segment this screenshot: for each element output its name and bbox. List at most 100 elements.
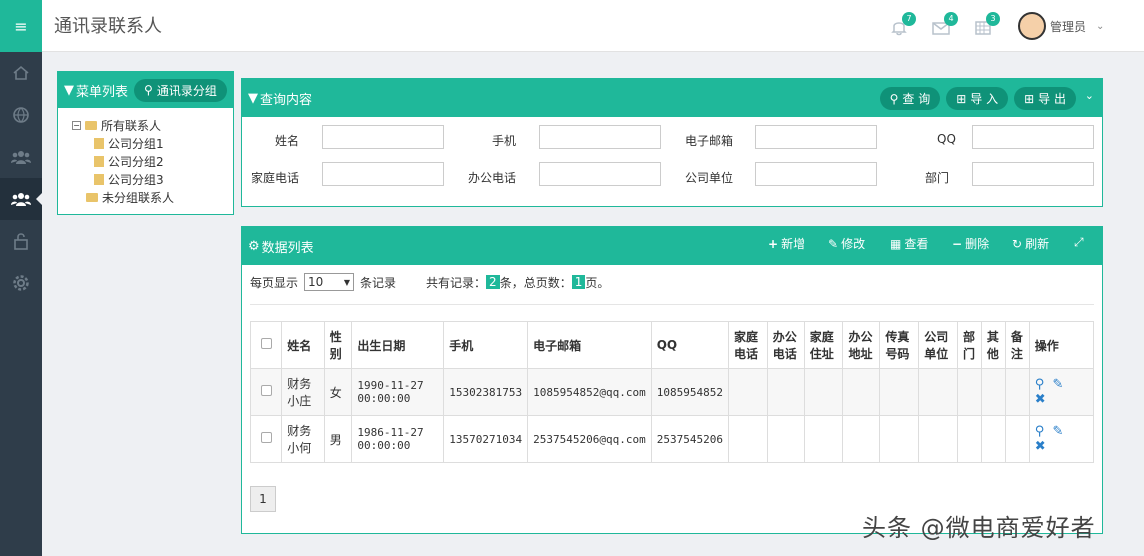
col-header[interactable]: 性别 (323, 321, 353, 369)
search-icon[interactable]: ⚲ (1035, 424, 1045, 439)
cell-empty (918, 415, 958, 463)
col-header[interactable]: 部门 (956, 321, 982, 369)
col-header[interactable]: 公司单位 (918, 321, 958, 369)
chevron-down-icon: ⌄ (1096, 20, 1105, 32)
add-button[interactable]: + 新增 (768, 235, 805, 252)
contacts-icon[interactable] (0, 178, 42, 220)
tree-ungrouped[interactable]: 未分组联系人 (72, 188, 233, 206)
field-label-company: 公司单位 (685, 171, 734, 185)
contacts-table: 姓名 性别 出生日期 手机 电子邮箱 QQ 家庭电话 办公电话 家庭住址 办公地… (249, 321, 1095, 463)
collapse-icon[interactable]: − (72, 120, 81, 130)
caret-down-icon: ▼ (343, 277, 351, 287)
pencil-icon[interactable]: ✎ (1053, 424, 1064, 439)
export-button[interactable]: ⊞ 导 出 (1014, 87, 1076, 110)
cell-email: 1085954852@qq.com (527, 368, 652, 416)
mobile-input[interactable] (539, 125, 661, 149)
refresh-icon: ↻ (1012, 236, 1023, 251)
select-all-checkbox[interactable] (260, 338, 272, 349)
cell-empty (766, 368, 805, 416)
tree-item[interactable]: 公司分组2 (72, 152, 233, 170)
user-menu[interactable]: 管理员 ⌄ (1018, 12, 1104, 40)
delete-button-label: 删除 (965, 237, 990, 251)
tree-item-label: 公司分组1 (108, 136, 164, 151)
col-header[interactable]: 办公电话 (766, 321, 805, 369)
tree-ungrouped-label: 未分组联系人 (102, 190, 175, 205)
col-header[interactable]: 出生日期 (351, 321, 445, 369)
department-input[interactable] (972, 162, 1094, 186)
cogs-icon: ⚙ (248, 238, 260, 254)
close-icon[interactable]: ✖ (1035, 392, 1046, 407)
col-header[interactable]: 家庭住址 (803, 321, 844, 369)
menu-toggle-icon[interactable]: ≡ (0, 0, 42, 52)
home-icon[interactable] (0, 52, 42, 94)
col-header[interactable]: 传真号码 (879, 321, 920, 369)
col-header[interactable]: 家庭电话 (727, 321, 768, 369)
fullscreen-icon[interactable]: ⤢ (1074, 235, 1084, 250)
cell-empty (956, 368, 982, 416)
row-checkbox[interactable] (260, 385, 272, 396)
edit-button[interactable]: ✎ 修改 (828, 235, 865, 252)
view-button[interactable]: ▦ 查看 (890, 235, 928, 252)
table-header-row: 姓名 性别 出生日期 手机 电子邮箱 QQ 家庭电话 办公电话 家庭住址 办公地… (249, 321, 1095, 369)
page-number-button[interactable]: 1 (250, 486, 276, 512)
query-panel-header: ▼ 查询内容 ⚲ 查 询 ⊞ 导 入 ⊞ 导 出 ⌄ (242, 79, 1102, 117)
col-header[interactable]: 办公地址 (842, 321, 881, 369)
view-button-label: 查看 (904, 237, 929, 251)
file-icon (94, 155, 104, 167)
per-page-select[interactable]: 10 ▼ (304, 273, 355, 291)
data-panel: ⚙ 数据列表 + 新增 ✎ 修改 ▦ 查看 − 删除 ↻ 刷新 ⤢ 每页显示 10 ▼ 条… (241, 226, 1103, 534)
total-suffix: 页。 (585, 275, 610, 290)
refresh-button-label: 刷新 (1025, 237, 1050, 251)
cell-empty (803, 415, 844, 463)
gear-icon[interactable] (0, 262, 42, 304)
calendar-icon[interactable]: 3 (974, 12, 1000, 36)
folder-icon (85, 120, 97, 130)
pencil-icon[interactable]: ✎ (1053, 377, 1064, 392)
cell-birth: 1986-11-27 00:00:00 (351, 415, 445, 463)
chevron-down-icon[interactable]: ⌄ (1085, 89, 1094, 102)
mail-icon[interactable]: 4 (932, 12, 958, 36)
row-select-cell (249, 368, 283, 416)
tree-root[interactable]: − 所有联系人 (72, 116, 233, 134)
field-label-qq: QQ (937, 132, 956, 146)
globe-icon[interactable] (0, 94, 42, 136)
col-header: 操作 (1028, 321, 1095, 369)
col-header[interactable]: 姓名 (281, 321, 325, 369)
close-icon[interactable]: ✖ (1035, 439, 1046, 454)
delete-button[interactable]: − 删除 (952, 235, 989, 252)
office-phone-input[interactable] (539, 162, 661, 186)
row-select-cell (249, 415, 283, 463)
lock-icon[interactable] (0, 220, 42, 262)
col-header[interactable]: 手机 (443, 321, 529, 369)
cell-empty (842, 415, 881, 463)
refresh-button[interactable]: ↻ 刷新 (1012, 235, 1049, 252)
col-header[interactable]: 备注 (1004, 321, 1030, 369)
export-button-label: 导 出 (1038, 92, 1066, 106)
search-icon[interactable]: ⚲ (1035, 377, 1045, 392)
email-input[interactable] (755, 125, 877, 149)
cell-qq: 2537545206 (650, 415, 729, 463)
tree-item[interactable]: 公司分组1 (72, 134, 233, 152)
col-header[interactable]: QQ (650, 321, 729, 369)
tree-item[interactable]: 公司分组3 (72, 170, 233, 188)
add-button-label: 新增 (781, 237, 806, 251)
table-row[interactable]: 财务小何 男 1986-11-27 00:00:00 13570271034 2… (249, 415, 1095, 463)
company-input[interactable] (755, 162, 877, 186)
search-button[interactable]: ⚲ 查 询 (879, 87, 941, 110)
row-checkbox[interactable] (260, 432, 272, 443)
qq-input[interactable] (972, 125, 1094, 149)
tree-item-label: 公司分组2 (108, 154, 164, 169)
bell-icon[interactable]: 7 (890, 12, 916, 36)
cell-empty (980, 415, 1006, 463)
group-button[interactable]: ⚲ 通讯录分组 (134, 78, 227, 102)
col-header[interactable]: 电子邮箱 (527, 321, 652, 369)
field-label-department: 部门 (925, 171, 950, 185)
users-icon[interactable] (0, 136, 42, 178)
table-row[interactable]: 财务小庄 女 1990-11-27 00:00:00 15302381753 1… (249, 368, 1095, 416)
import-button[interactable]: ⊞ 导 入 (946, 87, 1009, 110)
field-label-email: 电子邮箱 (685, 134, 734, 148)
home-phone-input[interactable] (322, 162, 444, 186)
name-input[interactable] (322, 125, 444, 149)
col-header[interactable]: 其他 (980, 321, 1006, 369)
search-icon: ⚲ (144, 83, 153, 97)
